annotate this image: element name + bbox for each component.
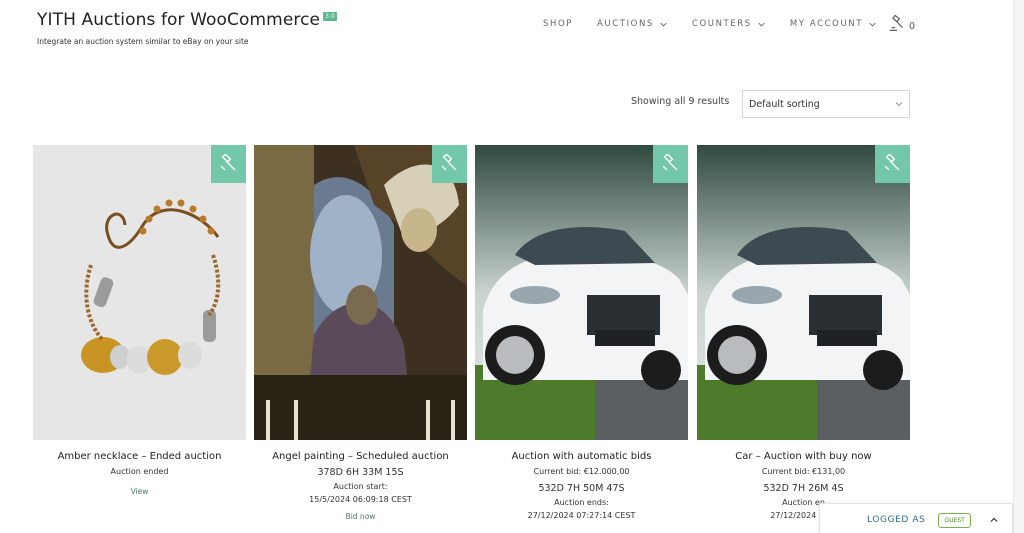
product-card: Angel painting – Scheduled auction 378D … bbox=[254, 145, 467, 521]
sorting-select-value: Default sorting bbox=[749, 98, 820, 110]
site-title-text[interactable]: YITH Auctions for WooCommerce bbox=[37, 10, 320, 30]
nav-item-auctions[interactable]: AUCTIONS bbox=[597, 19, 668, 29]
gavel-icon bbox=[662, 154, 677, 171]
main-navigation: SHOP AUCTIONS COUNTERS MY ACCOUNT bbox=[543, 19, 877, 29]
role-badge: GUEST bbox=[938, 512, 971, 528]
auction-countdown: 532D 7H 26M 4S bbox=[763, 483, 844, 494]
auction-date: 27/12/2024 07:27:14 CEST bbox=[527, 511, 636, 520]
logged-as-label: LOGGED AS bbox=[867, 515, 926, 525]
product-image[interactable] bbox=[33, 145, 246, 440]
chevron-down-icon bbox=[758, 22, 765, 26]
chevron-down-icon bbox=[869, 22, 876, 26]
auction-badge bbox=[211, 145, 246, 183]
product-image[interactable] bbox=[697, 145, 910, 440]
site-description: Integrate an auction system similar to e… bbox=[37, 37, 249, 46]
nav-item-counters[interactable]: COUNTERS bbox=[692, 19, 766, 29]
product-card: Car – Auction with buy now Current bid: … bbox=[697, 145, 910, 520]
sorting-select[interactable]: Default sorting bbox=[742, 90, 910, 118]
auction-badge bbox=[653, 145, 688, 183]
product-title[interactable]: Amber necklace – Ended auction bbox=[33, 451, 246, 462]
product-card: Auction with automatic bids Current bid:… bbox=[475, 145, 688, 520]
results-count: Showing all 9 results bbox=[631, 96, 730, 107]
gavel-icon bbox=[884, 154, 899, 171]
product-title[interactable]: Auction with automatic bids bbox=[475, 451, 688, 462]
scrollbar[interactable] bbox=[1013, 0, 1024, 533]
product-image[interactable] bbox=[254, 145, 467, 440]
chevron-up-icon[interactable] bbox=[989, 515, 999, 525]
chevron-down-icon bbox=[895, 102, 903, 107]
nav-item-my-account[interactable]: MY ACCOUNT bbox=[790, 19, 877, 29]
auction-status: Auction ended bbox=[110, 467, 169, 476]
auction-date: 15/5/2024 06:09:18 CEST bbox=[309, 495, 412, 504]
auction-badge bbox=[432, 145, 467, 183]
gavel-cart-icon bbox=[889, 15, 903, 31]
logged-as-panel[interactable]: LOGGED AS GUEST bbox=[819, 503, 1013, 533]
painting-image bbox=[254, 145, 467, 440]
view-link[interactable]: View bbox=[33, 487, 246, 496]
product-image[interactable] bbox=[475, 145, 688, 440]
gavel-icon bbox=[220, 154, 235, 171]
bid-now-link[interactable]: Bid now bbox=[254, 512, 467, 521]
site-title[interactable]: YITH Auctions for WooCommerce 3.0 bbox=[37, 10, 337, 30]
auction-badge bbox=[875, 145, 910, 183]
auction-date-label: Auction ends: bbox=[554, 498, 609, 507]
nav-item-label: SHOP bbox=[543, 19, 574, 29]
car-image bbox=[697, 145, 910, 440]
current-bid: Current bid: €131,00 bbox=[761, 467, 846, 476]
product-title[interactable]: Car – Auction with buy now bbox=[697, 451, 910, 462]
chevron-down-icon bbox=[660, 22, 667, 26]
current-bid: Current bid: €12.000,00 bbox=[533, 467, 630, 476]
gavel-icon bbox=[441, 154, 456, 171]
nav-item-label: MY ACCOUNT bbox=[789, 19, 864, 29]
product-title[interactable]: Angel painting – Scheduled auction bbox=[254, 451, 467, 462]
cart-count: 0 bbox=[909, 20, 916, 32]
nav-item-shop[interactable]: SHOP bbox=[543, 19, 573, 29]
version-badge: 3.0 bbox=[323, 12, 337, 21]
auction-date-label: Auction start: bbox=[333, 482, 388, 491]
necklace-image bbox=[81, 199, 221, 375]
nav-item-label: COUNTERS bbox=[691, 19, 752, 29]
site-branding: YITH Auctions for WooCommerce 3.0 Integra… bbox=[37, 10, 337, 46]
auction-countdown: 532D 7H 50M 47S bbox=[538, 483, 625, 494]
car-image bbox=[475, 145, 688, 440]
auction-countdown: 378D 6H 33M 15S bbox=[317, 467, 404, 478]
product-card: Amber necklace – Ended auction Auction e… bbox=[33, 145, 246, 496]
cart-link[interactable]: 0 bbox=[888, 15, 915, 33]
nav-item-label: AUCTIONS bbox=[597, 19, 654, 29]
